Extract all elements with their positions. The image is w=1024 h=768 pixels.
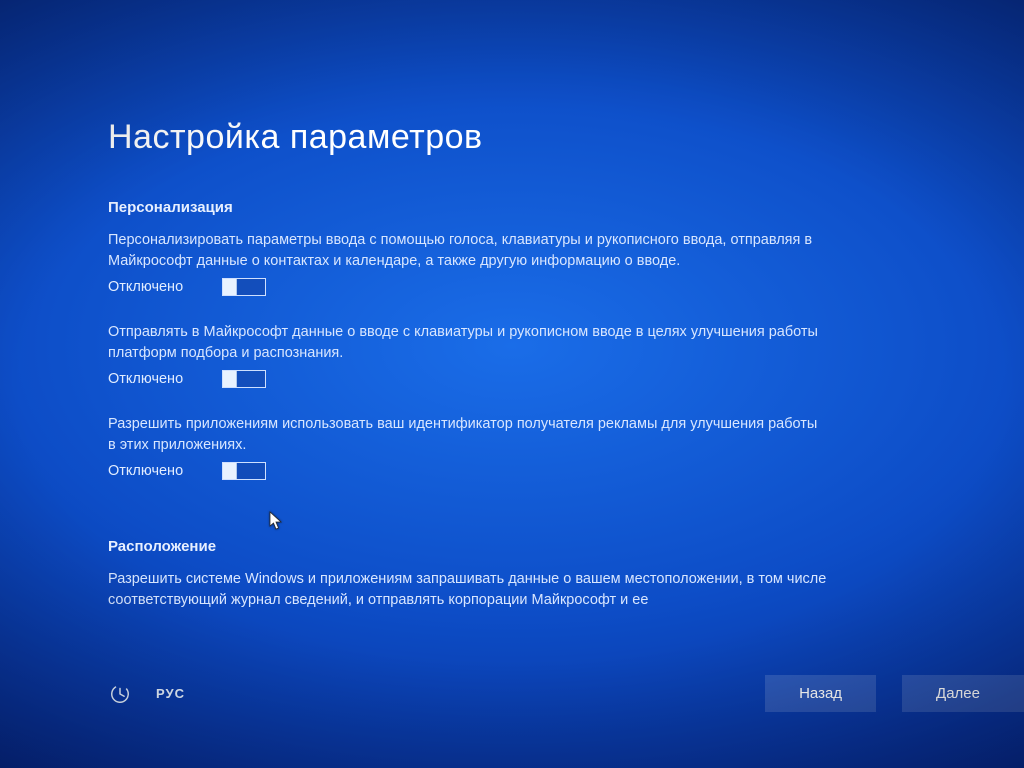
toggle-thumb <box>223 371 237 387</box>
section-header-location: Расположение <box>108 538 924 555</box>
toggle-row-typing-data: Отключено <box>108 370 924 388</box>
toggle-switch[interactable] <box>222 462 266 480</box>
toggle-row-personalization-input: Отключено <box>108 278 924 296</box>
toggle-switch[interactable] <box>222 370 266 388</box>
setting-desc: Персонализировать параметры ввода с помо… <box>108 230 828 272</box>
toggle-state-label: Отключено <box>108 371 198 387</box>
language-indicator[interactable]: РУС <box>156 686 185 701</box>
toggle-switch[interactable] <box>222 278 266 296</box>
setting-desc: Разрешить приложениям использовать ваш и… <box>108 414 828 456</box>
back-button[interactable]: Назад <box>765 675 876 712</box>
next-button[interactable]: Далее <box>902 675 1024 712</box>
toggle-state-label: Отключено <box>108 279 198 295</box>
toggle-thumb <box>223 463 237 479</box>
setting-desc: Отправлять в Майкрософт данные о вводе с… <box>108 322 828 364</box>
ease-of-access-icon[interactable] <box>108 682 132 706</box>
page-title: Настройка параметров <box>108 118 924 157</box>
footer-bar: РУС Назад Далее <box>0 675 1024 712</box>
main-content: Настройка параметров Персонализация Перс… <box>108 118 924 617</box>
toggle-state-label: Отключено <box>108 463 198 479</box>
toggle-thumb <box>223 279 237 295</box>
section-header-personalization: Персонализация <box>108 199 924 216</box>
toggle-row-advertising-id: Отключено <box>108 462 924 480</box>
setting-desc: Разрешить системе Windows и приложениям … <box>108 569 828 611</box>
